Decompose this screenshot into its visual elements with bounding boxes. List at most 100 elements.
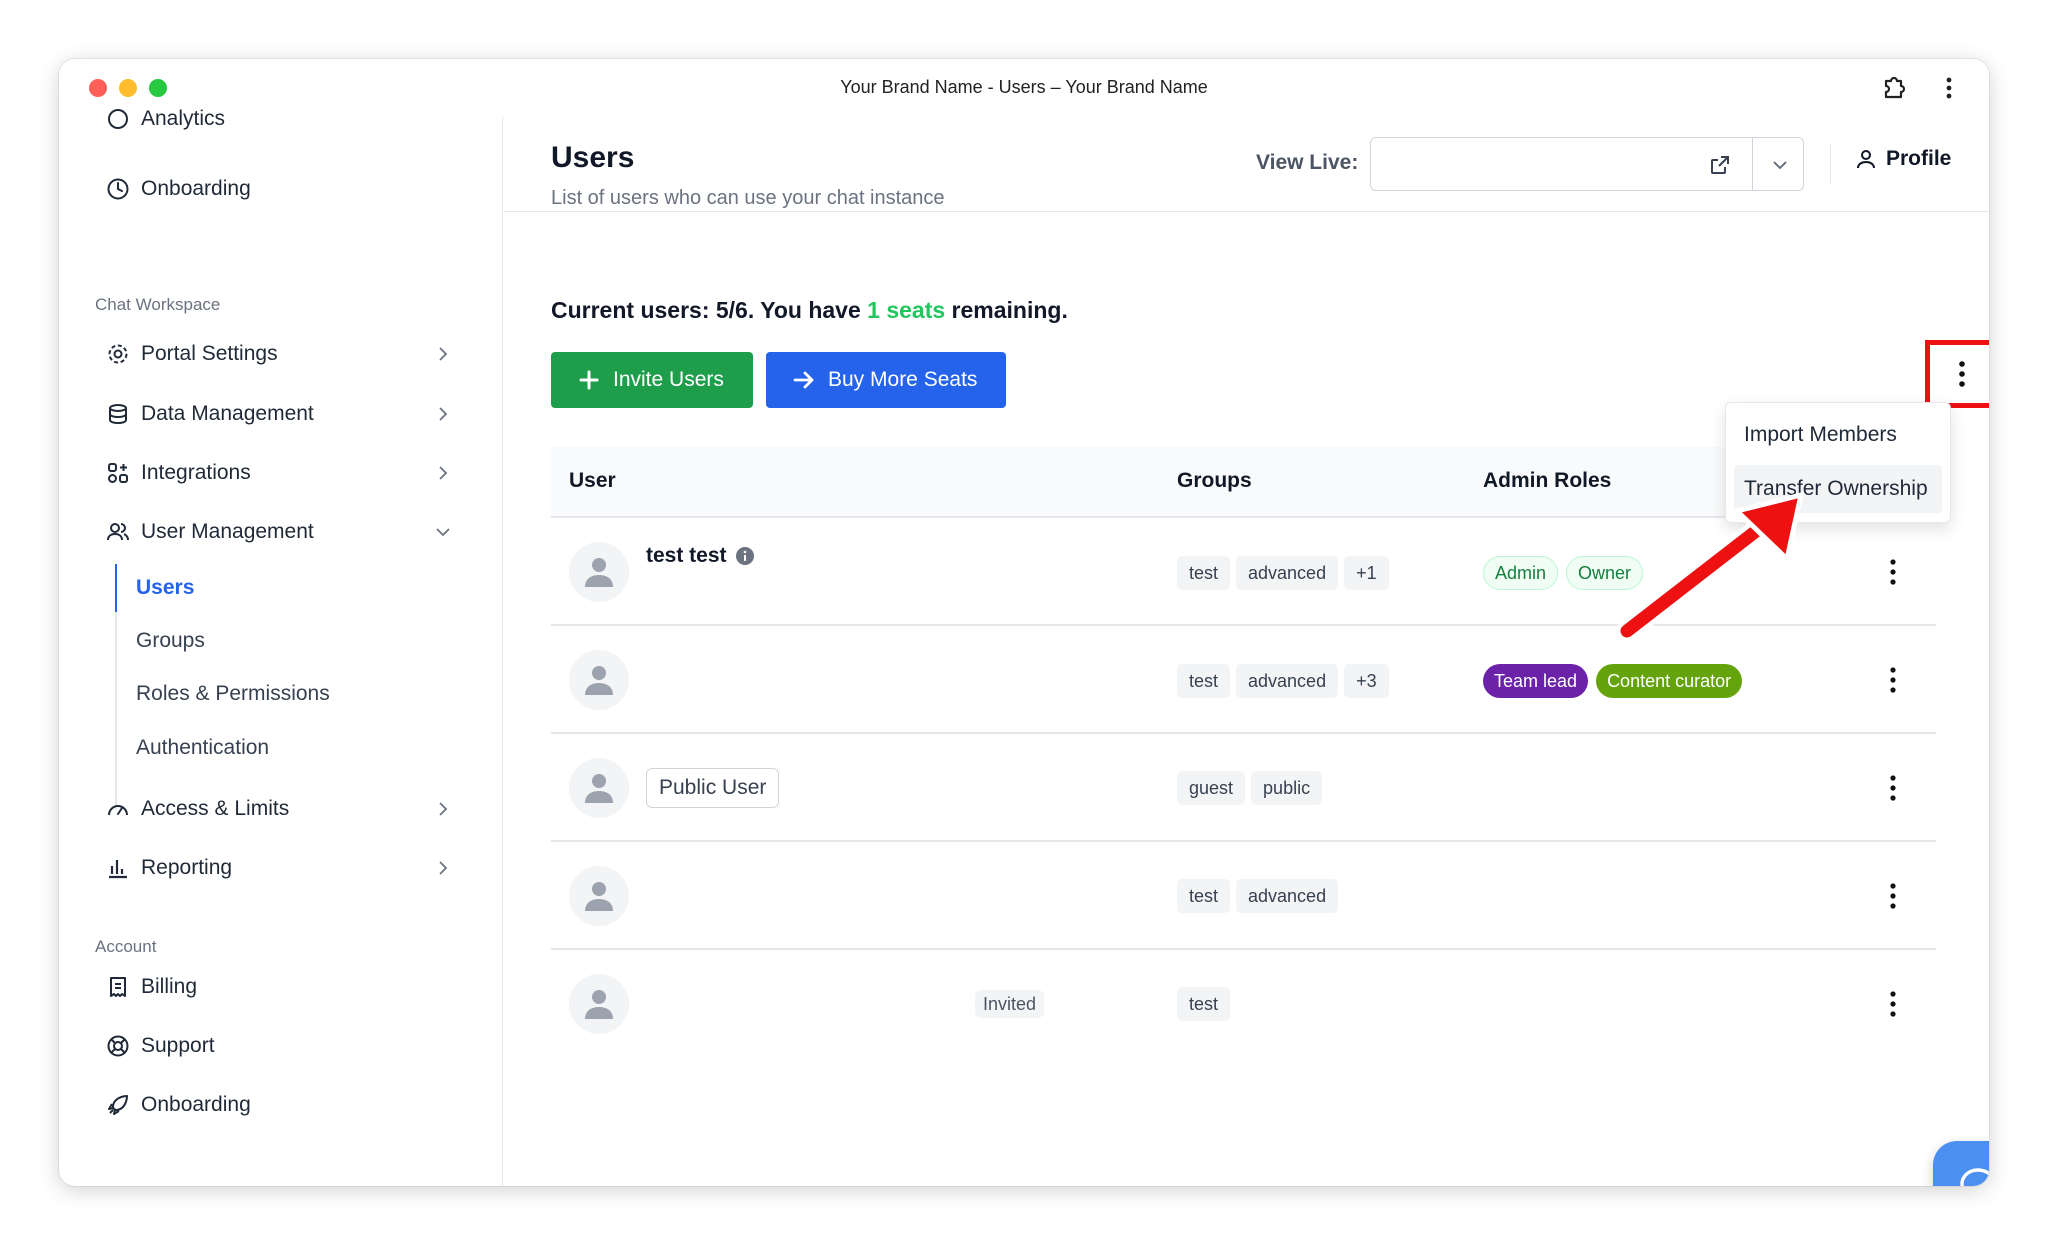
avatar	[569, 974, 629, 1034]
sidebar-item-reporting[interactable]: Reporting	[105, 848, 465, 888]
menu-item-import-members[interactable]: Import Members	[1734, 411, 1942, 459]
gauge-icon	[108, 805, 128, 816]
chevron-right-icon	[439, 802, 448, 816]
sidebar-item-integrations[interactable]: Integrations	[105, 453, 465, 493]
extension-puzzle-icon[interactable]	[1877, 72, 1909, 104]
person-placeholder-icon	[585, 666, 613, 695]
integrations-icon	[108, 463, 128, 483]
sidebar-item-user-management[interactable]: User Management	[105, 512, 465, 552]
account-heading: Account	[95, 937, 157, 956]
table-row[interactable]: Public User guest public	[551, 734, 1936, 842]
group-tag: advanced	[1236, 879, 1339, 913]
sidebar-item-billing[interactable]: Billing	[105, 967, 465, 1007]
header-divider	[1830, 143, 1831, 185]
row-actions-icon[interactable]	[1883, 774, 1903, 802]
row-actions-icon[interactable]	[1883, 558, 1903, 586]
page-header: Users List of users who can use your cha…	[504, 117, 1989, 212]
group-tag: test	[1177, 987, 1231, 1021]
group-tag: advanced	[1236, 664, 1339, 698]
seats-prefix: Current users: 5/6. You have	[551, 297, 868, 323]
sidebar-item-label: Reporting	[141, 856, 233, 879]
group-more-tag[interactable]: +1	[1344, 556, 1389, 590]
select-divider	[1752, 138, 1753, 190]
bar-chart-icon	[109, 860, 127, 879]
submenu-active-indicator	[115, 564, 117, 612]
info-icon[interactable]	[735, 546, 755, 566]
sidebar-subitem-users[interactable]: Users	[136, 572, 194, 604]
person-placeholder-icon	[585, 882, 613, 911]
user-groups: guest public	[1177, 771, 1323, 805]
group-more-tag[interactable]: +3	[1344, 664, 1389, 698]
sidebar-item-support[interactable]: Support	[105, 1026, 465, 1066]
avatar	[569, 866, 629, 926]
sidebar-item-label: Portal Settings	[141, 342, 278, 365]
person-placeholder-icon	[585, 774, 613, 803]
user-name: test test	[646, 544, 755, 568]
lifebuoy-icon	[107, 1035, 129, 1057]
row-actions-icon[interactable]	[1883, 990, 1903, 1018]
browser-menu-icon[interactable]	[1933, 72, 1965, 104]
role-badge-team-lead: Team lead	[1483, 664, 1589, 698]
user-groups: test advanced +1	[1177, 556, 1389, 590]
sidebar-item-onboarding[interactable]: Onboarding	[105, 1085, 465, 1125]
buy-more-seats-button[interactable]: Buy More Seats	[766, 352, 1006, 408]
user-icon	[1857, 150, 1875, 169]
avatar	[569, 542, 629, 602]
chevron-down-icon[interactable]	[1769, 154, 1791, 176]
plus-icon	[579, 370, 599, 390]
invite-users-button[interactable]: Invite Users	[551, 352, 753, 408]
sidebar-item-label: Onboarding	[141, 1093, 251, 1116]
annotation-arrow	[1616, 492, 1804, 642]
profile-button[interactable]: Profile	[1854, 147, 1951, 171]
seats-remaining: 1 seats	[867, 297, 946, 323]
sidebar-subitem-roles-permissions[interactable]: Roles & Permissions	[136, 678, 330, 710]
receipt-icon	[110, 977, 126, 997]
buy-more-seats-label: Buy More Seats	[828, 368, 978, 391]
sidebar-item-analytics[interactable]: Analytics	[105, 99, 465, 139]
user-groups: test	[1177, 987, 1231, 1021]
sidebar-item-label: Data Management	[141, 402, 314, 425]
table-row[interactable]: test advanced	[551, 842, 1936, 950]
chevron-right-icon	[439, 861, 448, 875]
sidebar-item-access-limits[interactable]: Access & Limits	[105, 789, 465, 829]
role-badge-content-curator: Content curator	[1596, 664, 1743, 698]
table-row[interactable]: Invited test	[551, 950, 1936, 1058]
user-name-pill: Public User	[646, 768, 780, 808]
sidebar-item-label: Access & Limits	[141, 797, 290, 820]
chevron-right-icon	[439, 347, 448, 361]
gear-icon	[108, 344, 128, 364]
avatar	[569, 650, 629, 710]
user-roles: Team lead Content curator	[1483, 664, 1743, 698]
row-actions-icon[interactable]	[1883, 882, 1903, 910]
view-live-label: View Live:	[1256, 151, 1359, 174]
group-tag: test	[1177, 556, 1231, 590]
more-actions-button[interactable]	[1925, 340, 1989, 408]
invited-badge: Invited	[975, 990, 1045, 1018]
group-tag: test	[1177, 664, 1231, 698]
user-name-text: test test	[646, 544, 727, 567]
sidebar-subitem-groups[interactable]: Groups	[136, 625, 205, 657]
user-groups: test advanced +3	[1177, 664, 1389, 698]
chevron-down-icon	[436, 528, 450, 537]
app-window: Your Brand Name - Users – Your Brand Nam…	[59, 59, 1989, 1186]
person-placeholder-icon	[585, 558, 613, 587]
column-header-user: User	[569, 469, 616, 492]
profile-label: Profile	[1886, 147, 1952, 170]
chat-widget-button[interactable]	[1933, 1141, 1989, 1186]
sidebar-item-label: Onboarding	[141, 177, 251, 200]
sidebar-subitem-authentication[interactable]: Authentication	[136, 732, 269, 764]
row-actions-icon[interactable]	[1883, 666, 1903, 694]
view-live-select[interactable]	[1370, 137, 1804, 191]
external-link-icon[interactable]	[1709, 154, 1731, 176]
sidebar: Analytics Onboarding Chat Workspace Port…	[59, 107, 503, 1186]
sidebar-item-label: Support	[141, 1034, 215, 1057]
sidebar-item-onboarding-top[interactable]: Onboarding	[105, 169, 465, 209]
window-title: Your Brand Name - Users – Your Brand Nam…	[840, 77, 1208, 97]
chevron-right-icon	[439, 407, 448, 421]
sidebar-item-portal-settings[interactable]: Portal Settings	[105, 334, 465, 374]
page-subtitle: List of users who can use your chat inst…	[551, 187, 945, 209]
sidebar-item-data-management[interactable]: Data Management	[105, 394, 465, 434]
database-icon	[109, 404, 127, 425]
group-tag: guest	[1177, 771, 1246, 805]
chat-workspace-heading: Chat Workspace	[95, 295, 221, 314]
